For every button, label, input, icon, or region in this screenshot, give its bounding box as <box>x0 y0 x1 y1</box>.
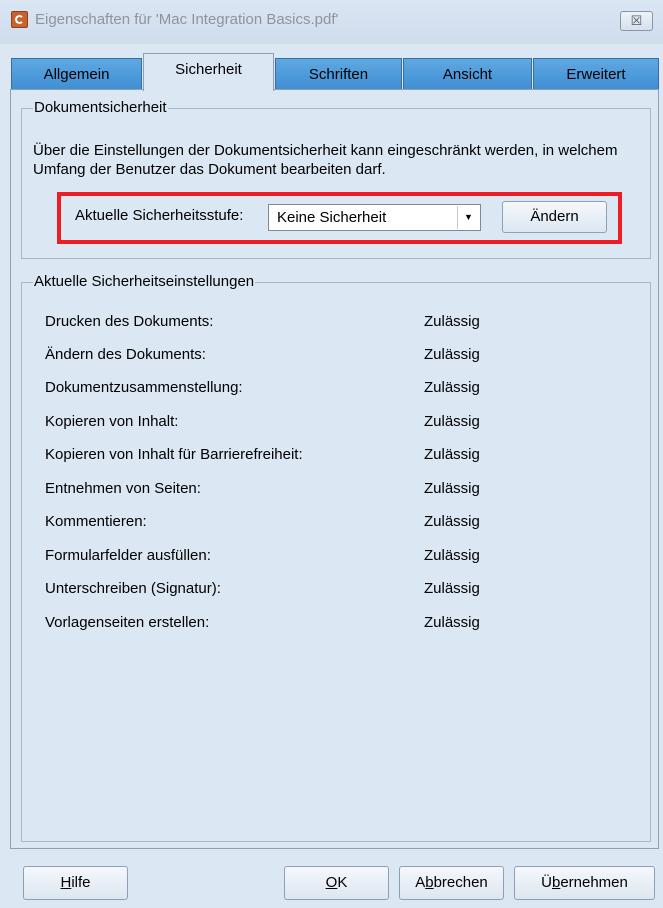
help-mnemonic: H <box>60 874 72 891</box>
security-description: Über die Einstellungen der Dokumentsiche… <box>33 142 618 178</box>
setting-value-assembly: Zulässig <box>424 379 480 396</box>
window-title: Eigenschaften für 'Mac Integration Basic… <box>35 11 339 28</box>
apply-button[interactable]: Übernehmen <box>514 866 655 900</box>
setting-label-print: Drucken des Dokuments: <box>45 313 214 330</box>
setting-label-comment: Kommentieren: <box>45 513 147 530</box>
cancel-label-rest: brechen <box>433 874 488 891</box>
setting-value-extract-pages: Zulässig <box>424 480 480 497</box>
cancel-button[interactable]: Abbrechen <box>399 866 504 900</box>
setting-value-signing: Zulässig <box>424 580 480 597</box>
apply-label-rest: ernehmen <box>560 874 628 891</box>
security-level-dropdown[interactable]: Keine Sicherheit ▼ <box>268 204 481 231</box>
ok-mnemonic: O <box>325 874 338 891</box>
setting-value-fill-forms: Zulässig <box>424 547 480 564</box>
ok-button[interactable]: OK <box>284 866 389 900</box>
tab-sicherheit[interactable]: Sicherheit <box>143 53 274 91</box>
document-security-group-title: Dokumentsicherheit <box>33 99 168 117</box>
setting-value-print: Zulässig <box>424 313 480 330</box>
setting-label-copy-accessibility: Kopieren von Inhalt für Barrierefreiheit… <box>45 446 303 463</box>
apply-label-first: Ü <box>541 874 552 891</box>
setting-label-extract-pages: Entnehmen von Seiten: <box>45 480 201 497</box>
properties-dialog: Eigenschaften für 'Mac Integration Basic… <box>0 0 663 908</box>
cancel-label-first: A <box>415 874 426 891</box>
setting-label-signing: Unterschreiben (Signatur): <box>45 580 221 597</box>
pdf-app-icon <box>11 11 28 28</box>
current-settings-group-title: Aktuelle Sicherheitseinstellungen <box>33 273 256 291</box>
tab-schriften[interactable]: Schriften <box>275 58 402 89</box>
title-bar: Eigenschaften für 'Mac Integration Basic… <box>0 0 663 44</box>
setting-value-copy-accessibility: Zulässig <box>424 446 480 463</box>
help-button[interactable]: Hilfe <box>23 866 128 900</box>
setting-value-copy: Zulässig <box>424 413 480 430</box>
close-icon: ☒ <box>630 13 643 28</box>
setting-label-copy: Kopieren von Inhalt: <box>45 413 179 430</box>
security-level-value: Keine Sicherheit <box>277 209 387 226</box>
tab-ansicht[interactable]: Ansicht <box>403 58 532 89</box>
close-button[interactable]: ☒ <box>620 11 653 31</box>
security-level-label: Aktuelle Sicherheitsstufe: <box>75 207 244 224</box>
ok-label: K <box>337 874 348 891</box>
setting-value-comment: Zulässig <box>424 513 480 530</box>
cancel-mnemonic: b <box>425 874 434 891</box>
chevron-down-icon[interactable]: ▼ <box>457 206 479 229</box>
tab-erweitert[interactable]: Erweitert <box>533 58 659 89</box>
setting-label-fill-forms: Formularfelder ausfüllen: <box>45 547 211 564</box>
setting-label-assembly: Dokumentzusammenstellung: <box>45 379 243 396</box>
setting-label-template-pages: Vorlagenseiten erstellen: <box>45 614 210 631</box>
change-security-button[interactable]: Ändern <box>502 201 607 233</box>
setting-label-modify: Ändern des Dokuments: <box>45 346 206 363</box>
setting-value-template-pages: Zulässig <box>424 614 480 631</box>
help-label: ilfe <box>71 874 91 891</box>
setting-value-modify: Zulässig <box>424 346 480 363</box>
tab-allgemein[interactable]: Allgemein <box>11 58 142 89</box>
